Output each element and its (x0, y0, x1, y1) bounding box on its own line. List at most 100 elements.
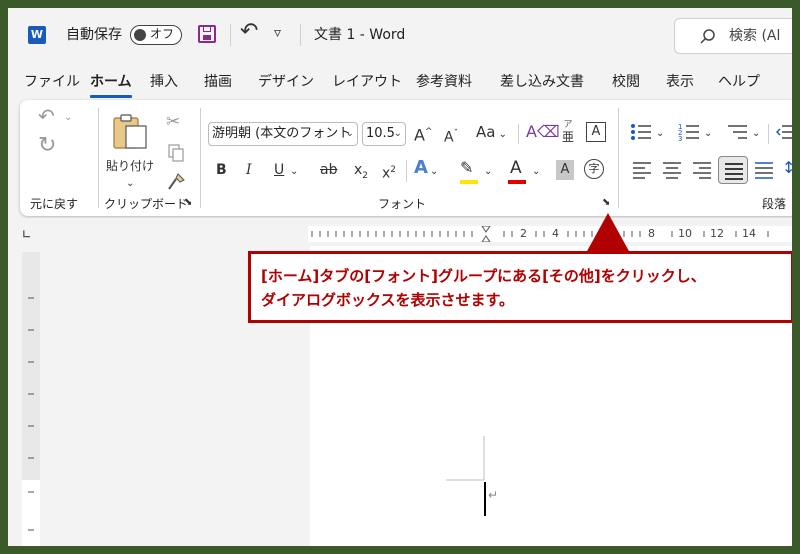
tab-insert[interactable]: 挿入 (150, 73, 178, 91)
chevron-down-icon[interactable]: ⌄ (290, 162, 298, 182)
numbering-icon[interactable]: 123 (678, 122, 700, 142)
distributed-icon[interactable] (754, 160, 774, 180)
enclose-characters-button[interactable]: 字 (584, 159, 604, 179)
save-icon[interactable] (198, 25, 216, 43)
text-effects-button[interactable]: A (414, 158, 428, 178)
align-left-icon[interactable] (632, 160, 652, 180)
chevron-down-icon: ⌄ (393, 128, 402, 139)
autosave-state: オフ (150, 27, 175, 41)
underline-button[interactable]: U (274, 160, 284, 180)
font-color-bar (508, 180, 526, 184)
ruler-number: 10 (678, 227, 692, 240)
font-color-button[interactable]: A (510, 158, 522, 178)
autosave-label: 自動保存 (66, 27, 122, 43)
callout-text: [ホーム]タブの[フォント]グループにある[その他]をクリックし、 ダイアログボ… (261, 264, 781, 312)
strikethrough-button[interactable]: ab (320, 160, 337, 180)
paragraph-mark-icon: ↵ (488, 488, 499, 502)
tab-review[interactable]: 校閲 (612, 73, 640, 91)
tab-home[interactable]: ホーム (90, 73, 132, 98)
word-window: W 自動保存 オフ ↶ ▿ 文書 1 - Word 検索 (Al ファイル ホー… (8, 8, 792, 546)
chevron-down-icon[interactable]: ⌄ (430, 162, 438, 182)
italic-button[interactable]: I (246, 160, 252, 180)
bullets-icon[interactable] (630, 122, 652, 142)
superscript-button[interactable]: x2 (382, 160, 396, 184)
autosave-toggle[interactable]: オフ (130, 25, 182, 45)
ruler-number: 2 (520, 227, 527, 240)
chevron-down-icon[interactable]: ⌄ (532, 162, 540, 182)
tab-file[interactable]: ファイル (24, 73, 80, 91)
bold-button[interactable]: B (216, 160, 227, 180)
justify-button[interactable] (718, 156, 748, 184)
toolbar-separator (518, 124, 519, 144)
search-placeholder: 検索 (Al (729, 28, 781, 44)
group-separator (618, 108, 619, 208)
align-center-icon[interactable] (662, 160, 682, 180)
ruler-number: 8 (648, 227, 655, 240)
font-size-value: 10.5 (366, 126, 395, 141)
paste-icon[interactable] (112, 112, 148, 150)
highlight-button[interactable]: ✎ (460, 158, 473, 178)
tab-design[interactable]: デザイン (258, 73, 314, 91)
paste-label[interactable]: 貼り付け (106, 156, 154, 176)
redo-icon[interactable]: ↻ (38, 135, 56, 157)
text-cursor (484, 482, 486, 516)
shrink-font-button[interactable]: Aˇ (444, 124, 458, 148)
align-right-icon[interactable] (692, 160, 712, 180)
decrease-indent-icon[interactable] (776, 122, 792, 142)
undo-icon[interactable]: ↶ (38, 106, 55, 126)
clear-formatting-icon[interactable]: A⌫ (526, 122, 560, 142)
toolbar-separator (768, 124, 769, 144)
chevron-down-icon[interactable]: ⌄ (64, 108, 72, 128)
line-spacing-icon[interactable]: ↕ (782, 158, 792, 178)
copy-icon[interactable] (168, 144, 184, 162)
justify-icon (725, 163, 743, 180)
format-painter-icon[interactable] (166, 172, 186, 192)
document-title: 文書 1 - Word (314, 27, 406, 43)
tab-layout[interactable]: レイアウト (332, 73, 402, 91)
phonetic-guide-button[interactable]: ア 亜 (560, 120, 576, 144)
margin-corner-marks (446, 436, 485, 481)
search-box[interactable]: 検索 (Al (674, 18, 792, 54)
tab-references[interactable]: 参考資料 (416, 73, 472, 91)
toolbar-separator (406, 160, 407, 182)
callout-arrow (586, 213, 630, 253)
tab-help[interactable]: ヘルプ (718, 73, 760, 91)
customize-toolbar-icon[interactable]: ▿ (274, 23, 281, 43)
tab-view[interactable]: 表示 (666, 73, 694, 91)
clipboard-dialog-launcher-icon[interactable]: ⬊ (184, 193, 192, 213)
font-size-dropdown[interactable]: 10.5 ⌄ (362, 122, 406, 146)
paragraph-group-label: 段落 (762, 197, 787, 211)
ribbon-tabs: ファイル ホーム 挿入 描画 デザイン レイアウト 参考資料 差し込み文書 校閲… (8, 64, 792, 98)
change-case-button[interactable]: Aa ⌄ (476, 122, 507, 145)
tab-selector-icon[interactable]: ∟ (22, 228, 31, 242)
chevron-down-icon[interactable]: ⌄ (656, 124, 664, 144)
tab-draw[interactable]: 描画 (204, 73, 232, 91)
title-separator (300, 24, 301, 46)
multilevel-list-icon[interactable] (726, 122, 748, 142)
tab-mailings[interactable]: 差し込み文書 (500, 73, 584, 91)
grow-font-button[interactable]: A^ (414, 122, 433, 145)
horizontal-ruler[interactable]: 2 4 8 10 12 14 (308, 226, 792, 242)
undo-icon[interactable]: ↶ (240, 18, 258, 46)
chevron-down-icon: ⌄ (345, 128, 354, 139)
chevron-down-icon[interactable]: ⌄ (704, 124, 712, 144)
undo-group-label: 元に戻す (30, 197, 79, 211)
subscript-button[interactable]: x2 (354, 160, 368, 186)
chevron-down-icon[interactable]: ⌄ (752, 124, 760, 144)
font-name-dropdown[interactable]: 游明朝 (本文のフォント ⌄ (208, 122, 358, 146)
font-name-value: 游明朝 (本文のフォント (212, 126, 352, 141)
chevron-down-icon[interactable]: ⌄ (484, 162, 492, 182)
ruler-number: 4 (552, 227, 559, 240)
group-separator (98, 108, 99, 208)
ruler-bar: ∟ 2 4 8 10 12 14 (8, 218, 792, 246)
vertical-ruler[interactable] (22, 252, 40, 546)
group-separator (200, 108, 201, 208)
cut-icon[interactable]: ✂ (166, 112, 180, 132)
character-shading-button[interactable]: A (556, 160, 574, 180)
chevron-down-icon[interactable]: ⌄ (126, 174, 134, 194)
phonetic-bottom: 亜 (561, 130, 574, 144)
ruler-number: 14 (742, 227, 756, 240)
font-dialog-launcher-icon[interactable]: ⬊ (602, 193, 610, 213)
character-border-button[interactable]: A (586, 122, 606, 142)
toggle-knob (134, 28, 146, 41)
